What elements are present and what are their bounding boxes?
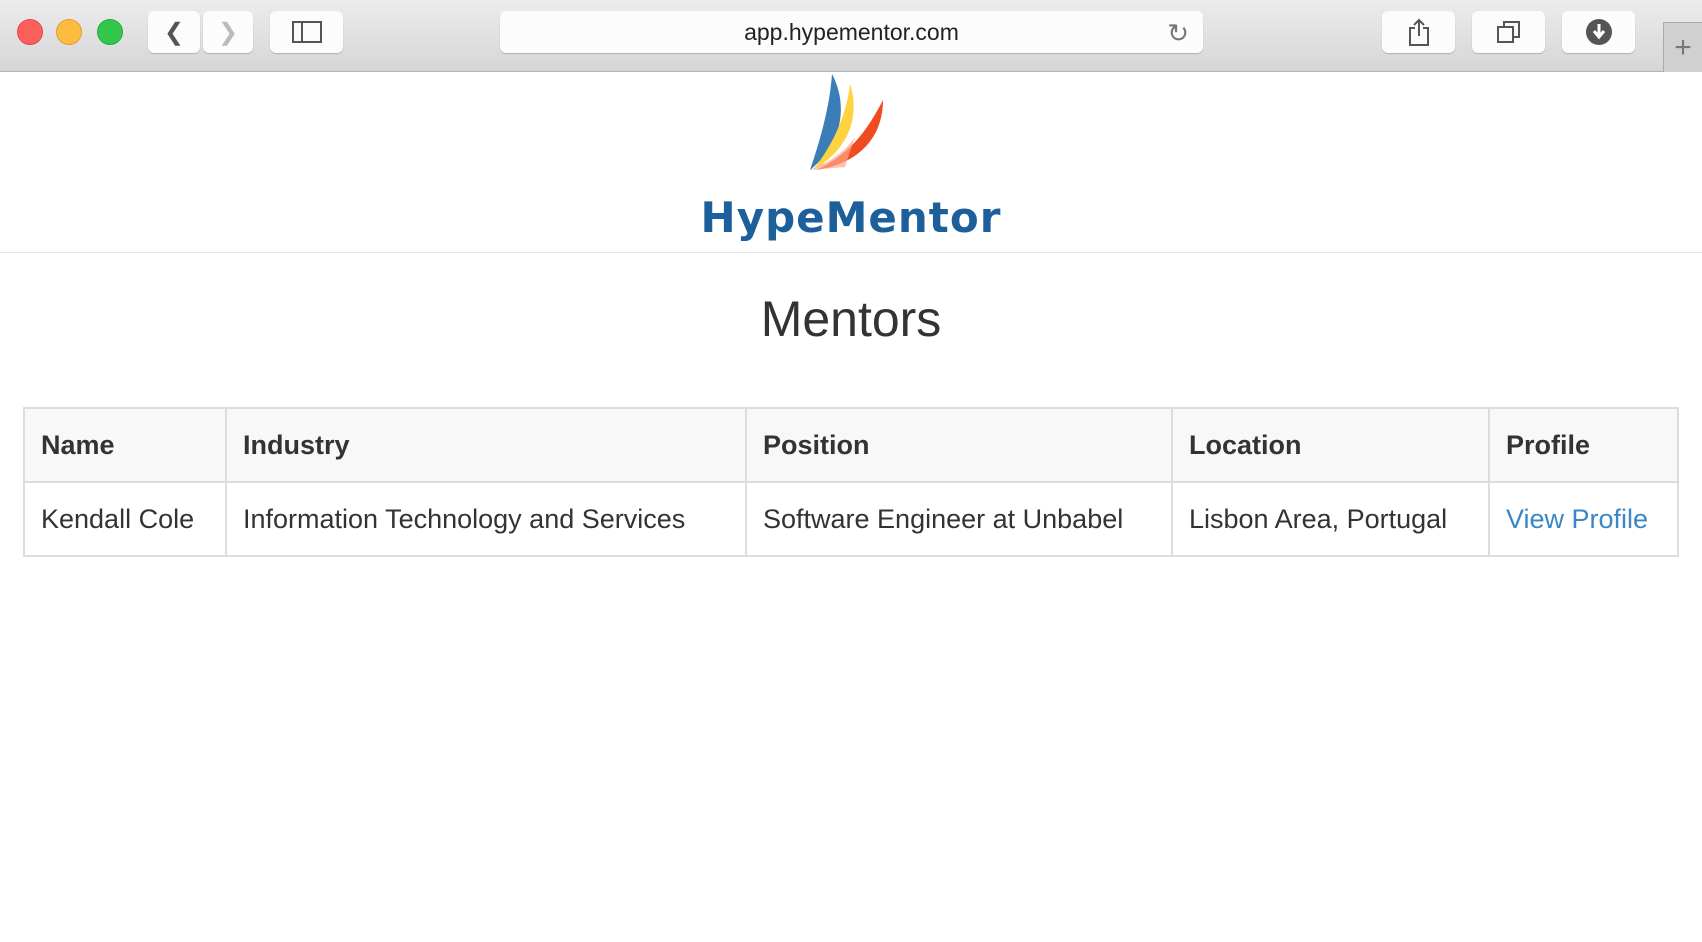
view-profile-link[interactable]: View Profile [1506, 504, 1648, 534]
reload-icon[interactable]: ↻ [1167, 18, 1189, 49]
new-tab-button[interactable]: + [1663, 22, 1702, 72]
mentor-industry: Information Technology and Services [225, 481, 747, 557]
url-text: app.hypementor.com [744, 18, 959, 45]
close-window-button[interactable] [17, 19, 43, 45]
forward-button[interactable]: ❯ [203, 11, 253, 53]
tabs-button[interactable] [1472, 11, 1545, 53]
maximize-window-button[interactable] [97, 19, 123, 45]
brand-name[interactable]: HypeMentor [0, 193, 1702, 242]
sidebar-icon [291, 21, 322, 43]
mentor-position: Software Engineer at Unbabel [745, 481, 1173, 557]
table-row: Kendall Cole Information Technology and … [23, 481, 1679, 557]
column-header-location: Location [1171, 407, 1490, 483]
share-icon [1408, 18, 1429, 46]
download-icon [1585, 19, 1612, 45]
hypementor-logo [810, 74, 883, 170]
chevron-right-icon: ❯ [217, 18, 239, 46]
column-header-industry: Industry [225, 407, 747, 483]
column-header-position: Position [745, 407, 1173, 483]
mentor-location: Lisbon Area, Portugal [1171, 481, 1490, 557]
header-divider [0, 252, 1702, 253]
plus-icon: + [1674, 30, 1692, 64]
column-header-profile: Profile [1488, 407, 1679, 483]
tabs-icon [1496, 21, 1520, 43]
sidebar-button[interactable] [270, 11, 343, 53]
table-header-row: Name Industry Position Location Profile [23, 407, 1679, 483]
address-bar[interactable]: app.hypementor.com ↻ [500, 11, 1203, 53]
mentors-table: Name Industry Position Location Profile … [23, 407, 1679, 557]
column-header-name: Name [23, 407, 227, 483]
page-title: Mentors [760, 291, 942, 347]
share-button[interactable] [1382, 11, 1455, 53]
mentor-name: Kendall Cole [23, 481, 227, 557]
minimize-window-button[interactable] [56, 19, 82, 45]
chevron-left-icon: ❮ [163, 18, 185, 46]
browser-toolbar: ❮ ❯ app.hypementor.com ↻ + [0, 0, 1702, 72]
profile-cell: View Profile [1488, 481, 1679, 557]
downloads-button[interactable] [1562, 11, 1635, 53]
back-button[interactable]: ❮ [148, 11, 200, 53]
